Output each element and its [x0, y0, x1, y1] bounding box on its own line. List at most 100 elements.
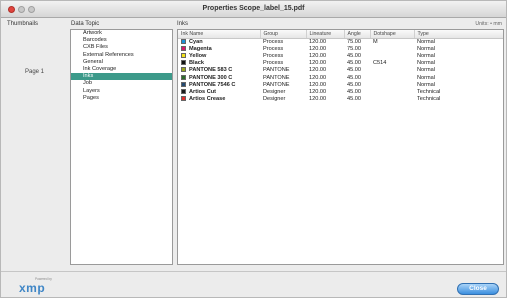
column-header[interactable]: Type [414, 30, 503, 39]
data-topic-item[interactable]: External References [71, 52, 172, 59]
ink-lineature-cell: 120.00 [309, 52, 327, 59]
data-topic-item[interactable]: Ink Coverage [71, 66, 172, 73]
data-topic-item[interactable]: Layers [71, 88, 172, 95]
ink-angle-cell: 75.00 [347, 38, 361, 45]
data-topic-item[interactable]: Inks [71, 73, 172, 81]
ink-name: Yellow [189, 52, 207, 59]
ink-row[interactable]: Black Process 120.00 45.00 C514 Normal [178, 60, 503, 67]
ink-swatch [181, 74, 186, 80]
ink-swatch [181, 81, 186, 87]
column-header[interactable]: Lineature [306, 30, 345, 39]
ink-lineature-cell: 120.00 [309, 96, 327, 103]
ink-name-cell: PANTONE 7546 C [178, 81, 260, 88]
ink-name-cell: PANTONE 300 C [178, 74, 260, 81]
column-header[interactable]: Dotshape [370, 30, 415, 39]
ink-name-cell: Magenta [178, 45, 260, 52]
data-topic-header: Data Topic [71, 21, 100, 27]
ink-angle-cell: 45.00 [347, 67, 361, 74]
ink-name-cell: PANTONE 583 C [178, 67, 260, 74]
ink-dotshape-cell [370, 81, 414, 88]
inks-table-body: Cyan Process 120.00 75.00 M Normal Magenta Proc… [178, 38, 503, 103]
ink-row[interactable]: PANTONE 300 C PANTONE 120.00 45.00 Normal [178, 74, 503, 81]
page-thumbnail-label[interactable]: Page 1 [25, 69, 44, 75]
ink-angle-cell: 45.00 [347, 74, 361, 81]
ink-lineature-cell: 120.00 [309, 45, 327, 52]
ink-name-cell: Cyan [178, 38, 260, 45]
ink-swatch [181, 88, 186, 94]
ink-group-cell: Process [263, 52, 284, 59]
ink-name: Magenta [189, 45, 212, 52]
ink-type-cell: Normal [417, 38, 436, 45]
ink-angle-cell: 75.00 [347, 45, 361, 52]
thumbnails-column: Thumbnails Page 1 [3, 19, 67, 271]
data-topic-item[interactable]: Job [71, 80, 172, 87]
ink-name-cell: Artios Cut [178, 88, 260, 95]
ink-name: Artios Cut [189, 88, 217, 95]
ink-lineature-cell: 120.00 [309, 81, 327, 88]
ink-name-cell: Black [178, 60, 260, 67]
data-topic-item[interactable]: General [71, 59, 172, 66]
column-header[interactable]: Angle [344, 30, 371, 39]
data-topic-item[interactable]: Barcodes [71, 37, 172, 44]
ink-row[interactable]: Cyan Process 120.00 75.00 M Normal [178, 38, 503, 45]
ink-name-cell: Artios Crease [178, 96, 260, 103]
ink-type-cell: Technical [417, 88, 441, 95]
ink-row[interactable]: Yellow Process 120.00 45.00 Normal [178, 52, 503, 59]
ink-dotshape-cell: M [373, 38, 378, 45]
close-button[interactable]: Close [457, 283, 499, 295]
data-topic-list[interactable]: Artwork Barcodes CXB Files External Referen… [70, 29, 173, 265]
ink-swatch [181, 67, 186, 73]
ink-swatch [181, 96, 186, 102]
ink-group-cell: Process [263, 45, 284, 52]
ink-group-cell: PANTONE [263, 81, 290, 88]
ink-name: Cyan [189, 38, 203, 45]
ink-row[interactable]: PANTONE 7546 C PANTONE 120.00 45.00 Normal [178, 81, 503, 88]
window-title: Properties Scope_label_15.pdf [202, 5, 305, 12]
ink-group-cell: PANTONE [263, 67, 290, 74]
ink-name: PANTONE 583 C [189, 67, 233, 74]
ink-row[interactable]: Artios Crease Designer 120.00 45.00 Technica… [178, 96, 503, 103]
data-topic-item[interactable]: Pages [71, 95, 172, 102]
ink-group-cell: Process [263, 60, 284, 67]
title-bar: Properties Scope_label_15.pdf [1, 1, 506, 18]
column-header[interactable]: Group [260, 30, 307, 39]
ink-row[interactable]: PANTONE 583 C PANTONE 120.00 45.00 Normal [178, 67, 503, 74]
ink-dotshape-cell [370, 74, 414, 81]
ink-type-cell: Normal [417, 45, 436, 52]
ink-group-cell: Process [263, 38, 284, 45]
ink-dotshape-cell [370, 88, 414, 95]
data-topic-item[interactable]: Artwork [71, 30, 172, 37]
ink-lineature-cell: 120.00 [309, 60, 327, 67]
data-topic-item[interactable]: CXB Files [71, 44, 172, 51]
ink-dotshape-cell: C514 [373, 60, 387, 67]
ink-angle-cell: 45.00 [347, 60, 361, 67]
ink-group-cell: Designer [263, 88, 286, 95]
column-header[interactable]: Ink Name [178, 30, 261, 39]
ink-row[interactable]: Artios Cut Designer 120.00 45.00 Technical [178, 88, 503, 95]
properties-window: Properties Scope_label_15.pdf Thumbnails… [0, 0, 507, 298]
ink-group-cell: Designer [263, 96, 286, 103]
ink-angle-cell: 45.00 [347, 96, 361, 103]
ink-type-cell: Normal [417, 74, 436, 81]
ink-row[interactable]: Magenta Process 120.00 75.00 Normal [178, 45, 503, 52]
ink-lineature-cell: 120.00 [309, 88, 327, 95]
ink-swatch [181, 38, 186, 44]
ink-dotshape-cell [370, 52, 414, 59]
inks-table: Ink Name Group Lineature Angle Dotshape Type … [177, 29, 504, 265]
ink-lineature-cell: 120.00 [309, 38, 327, 45]
ink-swatch [181, 60, 186, 66]
ink-swatch [181, 52, 186, 58]
ink-angle-cell: 45.00 [347, 52, 361, 59]
ink-type-cell: Normal [417, 67, 436, 74]
thumbnails-header: Thumbnails [7, 21, 39, 27]
inks-panel-header: Inks [177, 21, 189, 27]
ink-name-cell: Yellow [178, 52, 260, 59]
ink-lineature-cell: 120.00 [309, 74, 327, 81]
ink-dotshape-cell [370, 96, 414, 103]
units-selector[interactable]: Units: • mm [475, 21, 502, 27]
ink-type-cell: Normal [417, 52, 436, 59]
ink-type-cell: Normal [417, 81, 436, 88]
ink-group-cell: PANTONE [263, 74, 290, 81]
ink-angle-cell: 45.00 [347, 88, 361, 95]
ink-name: PANTONE 300 C [189, 74, 233, 81]
